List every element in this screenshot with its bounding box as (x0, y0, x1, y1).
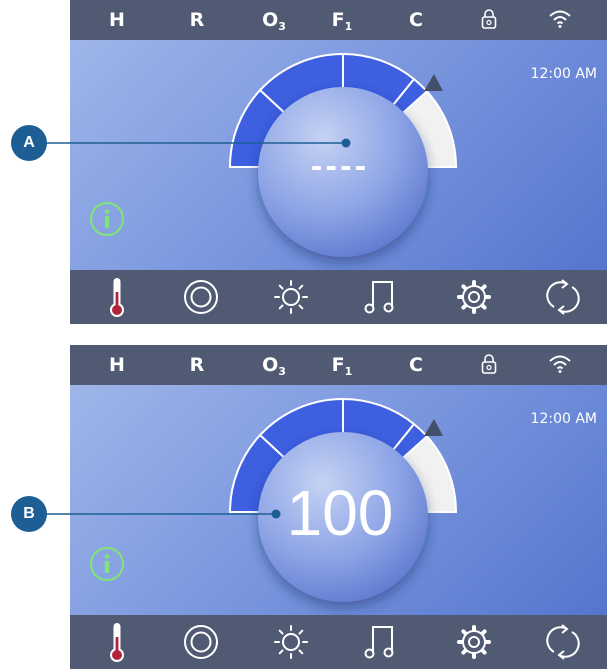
callout-badge-b: B (11, 496, 47, 532)
callout-dot-b (271, 509, 281, 519)
callout-dot-a (341, 138, 351, 148)
callout-lines (40, 138, 351, 519)
callout-badge-a: A (11, 125, 47, 161)
